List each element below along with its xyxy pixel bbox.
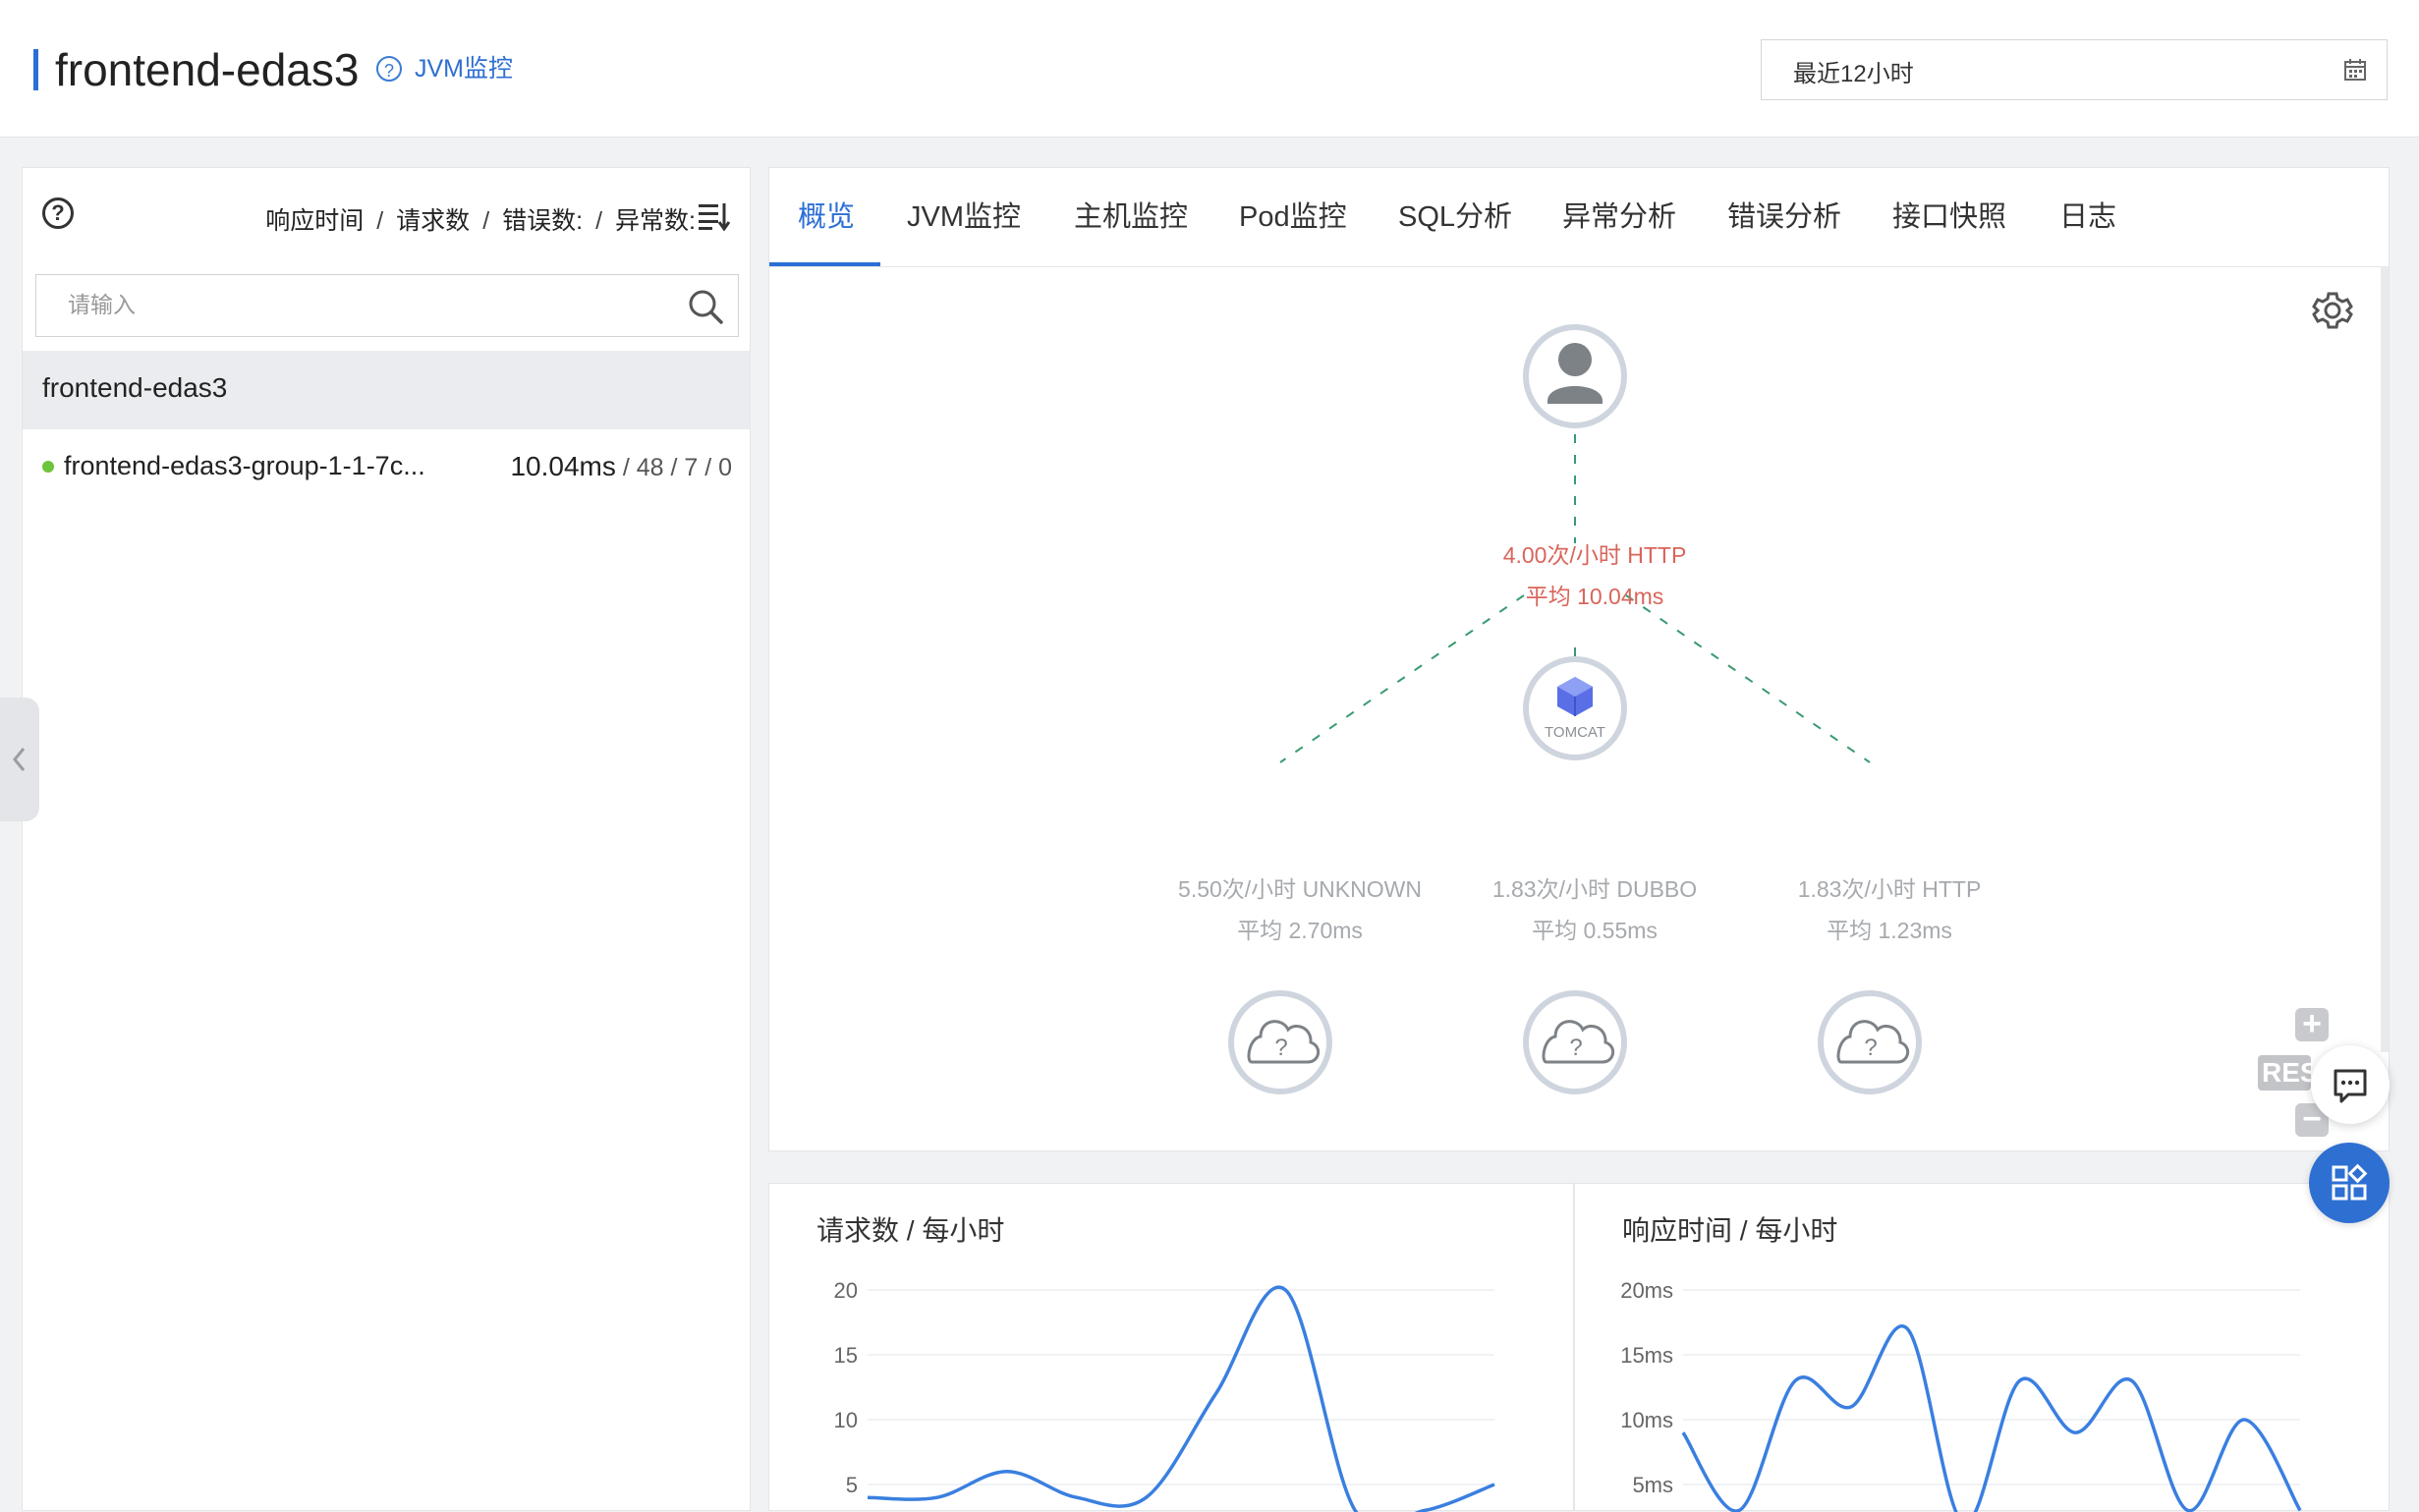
instance-list-panel: ? 响应时间/请求数/错误数:/异常数: frontend-edas3 fron… [22, 167, 751, 1511]
tab-bar: 概览 JVM监控 主机监控 Pod监控 SQL分析 异常分析 错误分析 接口快照… [769, 168, 2389, 267]
series-line [867, 1285, 1495, 1512]
main-panel: 概览 JVM监控 主机监控 Pod监控 SQL分析 异常分析 错误分析 接口快照… [768, 167, 2390, 1151]
y-tick-label: 10ms [1620, 1408, 1673, 1432]
page-title: frontend-edas3 [55, 44, 360, 95]
page-header: frontend-edas3 ? JVM监控 最近12小时 [0, 0, 2419, 138]
requests-chart: 20 15 10 5 [834, 1278, 1495, 1512]
y-tick-label: 15ms [1620, 1343, 1673, 1368]
instance-counts: / 48 / 7 / 0 [622, 454, 732, 481]
cloud-question-icon: ? [1864, 1035, 1877, 1061]
reset-zoom-button[interactable]: RESET [2258, 1055, 2311, 1091]
edge-tomcat-http [1625, 594, 1871, 763]
topology-scrollbar[interactable] [2381, 266, 2389, 1052]
inbound-edge-latency: 平均 10.04ms [1526, 584, 1664, 609]
app-list-item[interactable]: frontend-edas3 [23, 351, 750, 429]
response-time-chart: 20ms 15ms 10ms 5ms [1620, 1278, 2302, 1512]
time-range-value: 最近12小时 [1793, 61, 1914, 87]
edge-unknown-rate: 5.50次/小时 UNKNOWN [1178, 876, 1422, 902]
app-name: frontend-edas3 [42, 372, 228, 403]
question-icon[interactable]: ? [42, 197, 74, 229]
user-node[interactable] [1523, 324, 1627, 428]
tab-overview[interactable]: 概览 [798, 197, 855, 237]
collapse-sidebar-handle[interactable] [0, 698, 39, 821]
time-range-picker[interactable]: 最近12小时 [1761, 39, 2388, 100]
unknown-service-node-3[interactable]: ? [1818, 990, 1922, 1094]
edge-unknown-latency: 平均 2.70ms [1237, 918, 1363, 943]
search-input[interactable] [66, 291, 659, 319]
metric-response-time[interactable]: 响应时间 [265, 207, 364, 235]
y-tick-label: 20ms [1620, 1278, 1673, 1303]
tab-log[interactable]: 日志 [2059, 197, 2116, 237]
tomcat-node[interactable]: TOMCAT [1523, 656, 1627, 760]
metric-exceptions[interactable]: 异常数: [615, 207, 696, 235]
edge-http-rate: 1.83次/小时 HTTP [1798, 876, 1982, 902]
instance-list-item[interactable]: frontend-edas3-group-1-1-7c... 10.04ms /… [23, 441, 750, 500]
apps-menu-button[interactable] [2309, 1143, 2390, 1223]
tab-host[interactable]: 主机监控 [1074, 197, 1188, 237]
status-dot-icon [42, 461, 54, 473]
metric-errors[interactable]: 错误数: [502, 207, 583, 235]
unknown-service-node-2[interactable]: ? [1523, 990, 1627, 1094]
unknown-service-node-1[interactable]: ? [1228, 990, 1332, 1094]
y-tick-label: 15 [834, 1343, 858, 1368]
sort-icon[interactable] [699, 201, 730, 231]
metric-requests[interactable]: 请求数 [396, 207, 470, 235]
requests-chart-card: 请求数 / 每小时 20 15 10 5 [768, 1183, 1574, 1512]
tab-sql[interactable]: SQL分析 [1398, 197, 1512, 237]
tomcat-label: TOMCAT [1545, 724, 1605, 741]
edge-dubbo-latency: 平均 0.55ms [1532, 918, 1658, 943]
zoom-in-button[interactable]: + [2295, 1007, 2329, 1041]
tab-pod[interactable]: Pod监控 [1239, 197, 1347, 237]
edge-http-latency: 平均 1.23ms [1827, 918, 1952, 943]
y-tick-label: 5 [846, 1473, 858, 1497]
instance-stats: 10.04ms / 48 / 7 / 0 [510, 451, 732, 482]
chevron-left-icon [13, 748, 26, 771]
inbound-edge-rate: 4.00次/小时 HTTP [1503, 542, 1687, 568]
tab-error[interactable]: 错误分析 [1727, 197, 1841, 237]
search-icon[interactable] [687, 288, 724, 325]
topology-graph: TOMCAT 4.00次/小时 HTTP 平均 10.04ms 5.50次/小时… [1178, 324, 1982, 1094]
apps-grid-icon [2332, 1163, 2368, 1201]
instance-name: frontend-edas3-group-1-1-7c... [64, 451, 425, 480]
edge-tomcat-unknown [1279, 594, 1525, 763]
search-box[interactable] [35, 274, 739, 337]
edge-dubbo-rate: 1.83次/小时 DUBBO [1492, 876, 1697, 902]
calendar-icon [2344, 59, 2366, 81]
y-tick-label: 10 [834, 1408, 858, 1432]
y-tick-label: 5ms [1632, 1473, 1673, 1497]
metrics-header: 响应时间 / 请求数 / 错误数: / 异常数: [265, 207, 696, 235]
help-icon[interactable]: ? [376, 56, 402, 82]
tab-jvm[interactable]: JVM监控 [907, 197, 1021, 237]
y-tick-label: 20 [834, 1278, 858, 1303]
cloud-question-icon: ? [1274, 1035, 1287, 1061]
response-time-chart-card: 响应时间 / 每小时 20ms 15ms 10ms 5ms [1574, 1183, 2390, 1512]
jvm-monitor-link[interactable]: JVM监控 [415, 51, 513, 86]
title-accent-bar [33, 49, 38, 90]
tab-snapshot[interactable]: 接口快照 [1892, 197, 2006, 237]
cloud-question-icon: ? [1569, 1035, 1582, 1061]
instance-response-time: 10.04ms [510, 451, 616, 481]
chat-button[interactable] [2311, 1045, 2390, 1124]
tab-exception[interactable]: 异常分析 [1562, 197, 1676, 237]
chat-icon [2334, 1069, 2367, 1103]
